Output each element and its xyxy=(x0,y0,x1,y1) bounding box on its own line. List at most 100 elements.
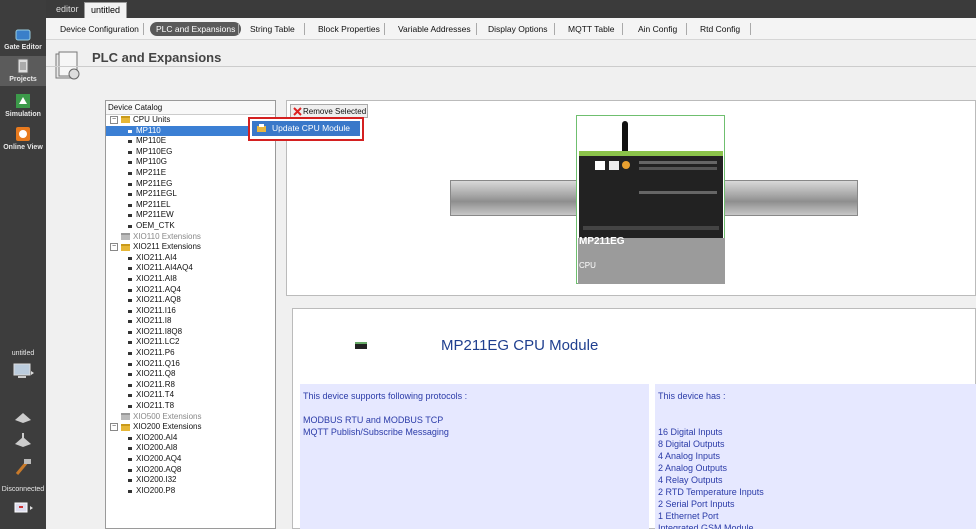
tree-category[interactable]: − XIO200 Extensions xyxy=(106,422,275,433)
tree-device-item[interactable]: XIO200.AI8 xyxy=(106,443,275,454)
tree-device-item[interactable]: MP211EGL xyxy=(106,189,275,200)
device-icon xyxy=(128,458,132,461)
tree-item-label: XIO200.AI8 xyxy=(136,443,178,453)
tree-item-label: XIO211.T8 xyxy=(136,401,175,411)
features-header: This device has : xyxy=(658,391,726,401)
tree-device-item[interactable]: XIO200.AQ4 xyxy=(106,454,275,465)
tree-device-item[interactable]: XIO211.I8Q8 xyxy=(106,327,275,338)
tree-category[interactable]: XIO110 Extensions xyxy=(106,232,275,243)
remove-selected-button[interactable]: Remove Selected xyxy=(290,104,368,118)
tab-mqtt-table[interactable]: MQTT Table xyxy=(568,22,614,36)
tab-plc-and-expansions[interactable]: PLC and Expansions xyxy=(150,22,242,36)
device-icon xyxy=(128,405,132,409)
online-view-icon xyxy=(16,127,30,141)
tree-device-item[interactable]: MP110G xyxy=(106,157,275,168)
tree-category[interactable]: − XIO211 Extensions xyxy=(106,242,275,253)
expand-toggle-icon[interactable]: − xyxy=(110,243,118,252)
tree-device-item[interactable]: XIO211.LC2 xyxy=(106,337,275,348)
folder-icon xyxy=(121,116,130,124)
tab-separator xyxy=(476,23,477,35)
tab-separator xyxy=(686,23,687,35)
upload-button[interactable] xyxy=(0,432,46,450)
device-icon xyxy=(128,320,132,324)
sidebar-item-label: Gate Editor xyxy=(4,44,42,51)
device-icon xyxy=(128,150,132,154)
plc-device-body xyxy=(579,151,723,238)
page-title: PLC and Expansions xyxy=(92,50,222,65)
sidebar-item-simulation[interactable]: Simulation xyxy=(0,93,46,118)
tab-editor[interactable]: editor xyxy=(50,2,85,18)
sidebar-item-label: Simulation xyxy=(5,111,41,118)
tree-device-item[interactable]: XIO211.P6 xyxy=(106,348,275,359)
tab-device-configuration[interactable]: Device Configuration xyxy=(60,22,139,36)
tab-separator xyxy=(554,23,555,35)
features-box: This device has : 16 Digital Inputs 8 Dig… xyxy=(655,384,976,529)
hammer-icon xyxy=(15,459,31,475)
tree-item-label: XIO200.AI4 xyxy=(136,432,178,442)
tree-device-item[interactable]: MP211EW xyxy=(106,210,275,221)
tree-device-item[interactable]: XIO211.AQ4 xyxy=(106,285,275,296)
tab-display-options[interactable]: Display Options xyxy=(488,22,548,36)
device-icon xyxy=(128,489,132,493)
tree-device-item[interactable]: MP211EG xyxy=(106,179,275,190)
tab-separator xyxy=(384,23,385,35)
device-icon xyxy=(128,214,132,218)
tree-device-item[interactable]: XIO211.I16 xyxy=(106,306,275,317)
download-button[interactable] xyxy=(0,410,46,426)
tree-device-item[interactable]: XIO211.AQ8 xyxy=(106,295,275,306)
tab-string-table[interactable]: String Table xyxy=(250,22,295,36)
plc-upload-icon xyxy=(15,433,31,447)
document-tabs: editor untitled xyxy=(46,0,976,18)
sidebar-item-gate-editor[interactable]: Gate Editor xyxy=(0,28,46,51)
tree-item-label: OEM_CTK xyxy=(136,220,175,230)
tree-device-item[interactable]: XIO211.AI4AQ4 xyxy=(106,263,275,274)
tree-device-item[interactable]: MP110EG xyxy=(106,147,275,158)
update-cpu-module-menu-item[interactable]: Update CPU Module xyxy=(252,121,360,136)
device-icon xyxy=(128,224,132,228)
expand-toggle-icon[interactable]: − xyxy=(110,115,118,124)
tree-device-item[interactable]: XIO200.AQ8 xyxy=(106,465,275,476)
tree-device-item[interactable]: MP211E xyxy=(106,168,275,179)
tree-device-item[interactable]: XIO211.Q8 xyxy=(106,369,275,380)
expand-toggle-icon[interactable]: − xyxy=(110,423,118,432)
cpu-module-device[interactable]: MP211EG CPU xyxy=(576,115,725,284)
tree-device-item[interactable]: XIO211.R8 xyxy=(106,380,275,391)
tab-block-properties[interactable]: Block Properties xyxy=(318,22,380,36)
tools-button[interactable] xyxy=(0,458,46,478)
feature-item: Integrated GSM Module xyxy=(658,523,754,529)
tree-device-item[interactable]: OEM_CTK xyxy=(106,221,275,232)
tree-device-item[interactable]: XIO211.T8 xyxy=(106,401,275,412)
tree-device-item[interactable]: XIO211.Q16 xyxy=(106,359,275,370)
tree-device-item[interactable]: XIO200.P8 xyxy=(106,486,275,497)
connection-button[interactable] xyxy=(0,500,46,518)
feature-item: 4 Analog Inputs xyxy=(658,451,721,461)
tree-device-item[interactable]: XIO211.T4 xyxy=(106,390,275,401)
tree-device-item[interactable]: XIO200.AI4 xyxy=(106,433,275,444)
tab-variable-addresses[interactable]: Variable Addresses xyxy=(398,22,471,36)
tree-item-label: XIO211 Extensions xyxy=(133,242,201,252)
tab-ain-config[interactable]: Ain Config xyxy=(638,22,677,36)
project-name-label: untitled xyxy=(11,350,35,357)
sidebar-item-online-view[interactable]: Online View xyxy=(0,126,46,151)
sidebar-item-projects[interactable]: Projects xyxy=(0,56,46,86)
tree-item-label: XIO200.AQ8 xyxy=(136,464,182,474)
computer-icon-button[interactable] xyxy=(0,362,46,382)
device-icon xyxy=(128,447,132,451)
tab-untitled[interactable]: untitled xyxy=(84,2,128,18)
tree-device-item[interactable]: XIO211.AI8 xyxy=(106,274,275,285)
connection-status: Disconnected xyxy=(1,486,45,493)
tree-device-item[interactable]: MP211EL xyxy=(106,200,275,211)
tree-item-label: XIO211.I8Q8 xyxy=(136,326,183,336)
tree-device-item[interactable]: XIO211.I8 xyxy=(106,316,275,327)
device-catalog: Device Catalog − CPU Units MP110 MP110E MP11… xyxy=(105,100,276,529)
tab-rtd-config[interactable]: Rtd Config xyxy=(700,22,740,36)
tree-item-label: XIO211.T4 xyxy=(136,390,175,400)
tree-item-label: XIO200 Extensions xyxy=(133,422,202,432)
feature-item: 8 Digital Outputs xyxy=(658,439,725,449)
config-nav-tabs: Device Configuration PLC and Expansions … xyxy=(46,18,976,40)
tree-category[interactable]: XIO500 Extensions xyxy=(106,412,275,423)
tree-item-label: XIO110 Extensions xyxy=(133,231,201,241)
tree-device-item[interactable]: XIO200.I32 xyxy=(106,475,275,486)
tree-device-item[interactable]: XIO211.AI4 xyxy=(106,253,275,264)
device-catalog-tree: − CPU Units MP110 MP110E MP110EG MP110G MP211E… xyxy=(106,115,275,496)
